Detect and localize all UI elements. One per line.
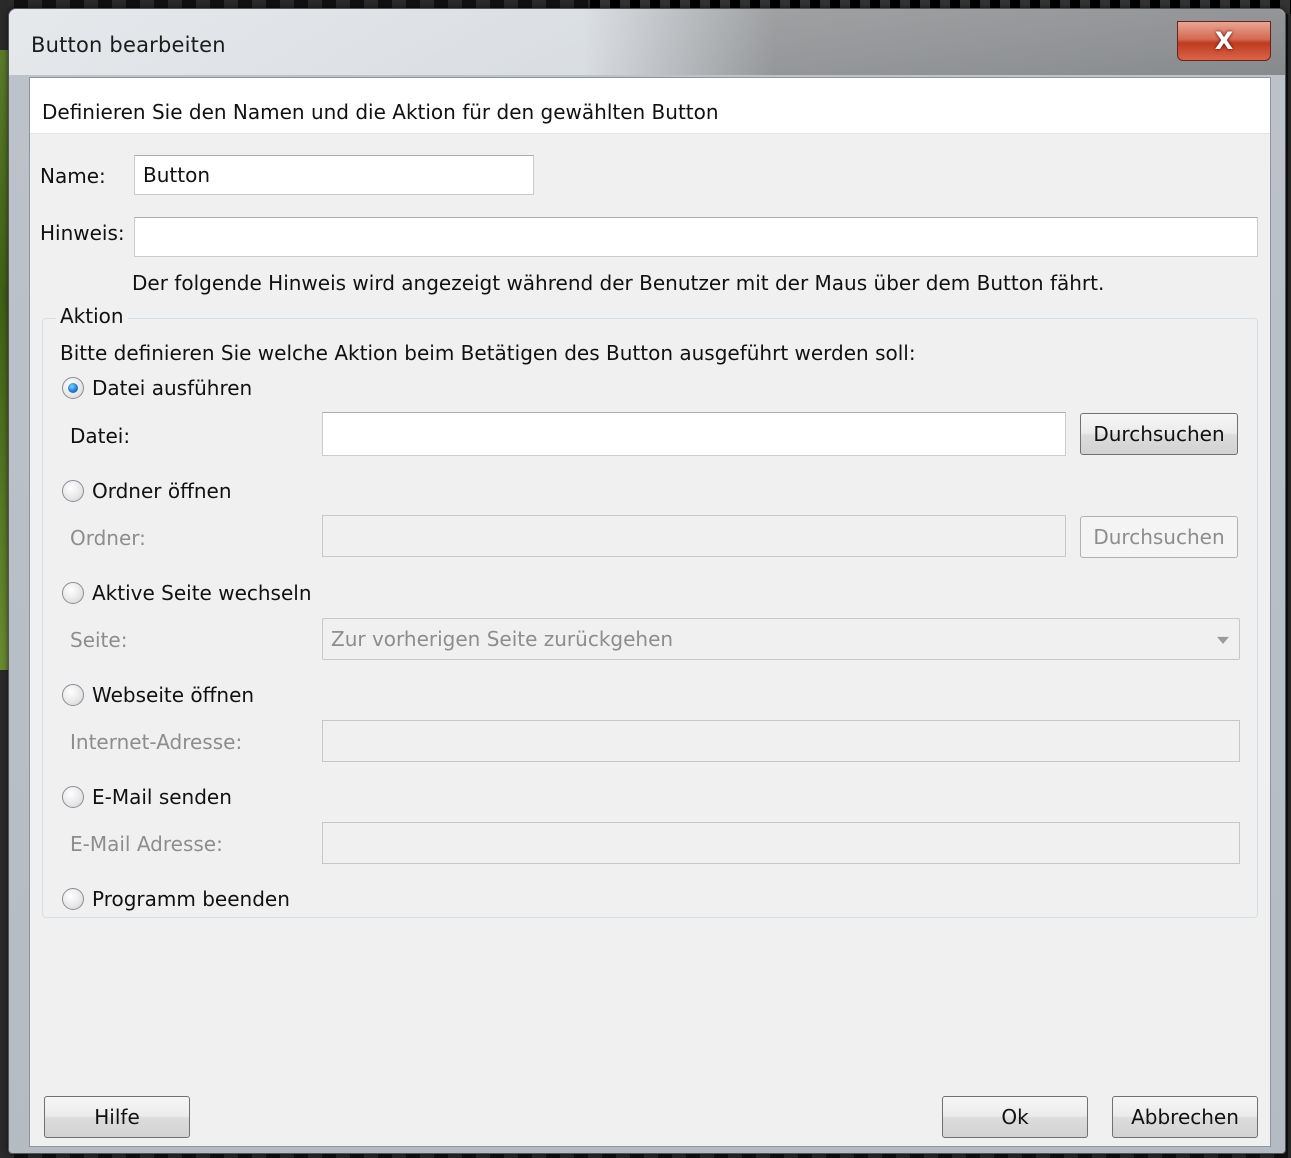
header-band: Definieren Sie den Namen und die Aktion … <box>30 78 1270 134</box>
dialog-window: Button bearbeiten X Definieren Sie den N… <box>8 8 1286 1154</box>
radio-button[interactable] <box>62 582 84 604</box>
file-input[interactable] <box>322 412 1066 456</box>
help-button[interactable]: Hilfe <box>44 1096 190 1138</box>
header-description: Definieren Sie den Namen und die Aktion … <box>42 100 719 124</box>
email-label: E-Mail Adresse: <box>70 832 223 856</box>
close-icon: X <box>1214 27 1234 55</box>
url-label: Internet-Adresse: <box>70 730 243 754</box>
name-input[interactable] <box>134 155 534 195</box>
page-select[interactable]: Zur vorherigen Seite zurückgehen <box>322 618 1240 660</box>
radio-change-page-label: Aktive Seite wechseln <box>92 581 312 605</box>
action-legend: Aktion <box>56 304 128 328</box>
page-label: Seite: <box>70 628 128 652</box>
radio-open-folder-label: Ordner öffnen <box>92 479 232 503</box>
radio-button[interactable] <box>62 786 84 808</box>
close-button[interactable]: X <box>1177 21 1271 61</box>
window-title: Button bearbeiten <box>31 33 226 57</box>
radio-change-page[interactable]: Aktive Seite wechseln <box>62 581 312 605</box>
radio-run-file-label: Datei ausführen <box>92 376 253 400</box>
hint-label: Hinweis: <box>40 221 125 245</box>
name-label: Name: <box>40 164 106 188</box>
cancel-button[interactable]: Abbrechen <box>1112 1096 1258 1138</box>
radio-open-folder[interactable]: Ordner öffnen <box>62 479 232 503</box>
radio-button[interactable] <box>62 888 84 910</box>
radio-run-file[interactable]: Datei ausführen <box>62 376 252 400</box>
radio-exit-program-label: Programm beenden <box>92 887 290 911</box>
hint-input[interactable] <box>134 217 1258 257</box>
radio-open-website-label: Webseite öffnen <box>92 683 255 707</box>
radio-send-email[interactable]: E-Mail senden <box>62 785 232 809</box>
title-bar[interactable]: Button bearbeiten X <box>9 9 1285 75</box>
email-input[interactable] <box>322 822 1240 864</box>
radio-exit-program[interactable]: Programm beenden <box>62 887 290 911</box>
browse-file-button[interactable]: Durchsuchen <box>1080 413 1238 455</box>
file-label: Datei: <box>70 424 131 448</box>
radio-button[interactable] <box>62 480 84 502</box>
radio-send-email-label: E-Mail senden <box>92 785 232 809</box>
ok-button[interactable]: Ok <box>942 1096 1088 1138</box>
radio-open-website[interactable]: Webseite öffnen <box>62 683 254 707</box>
browse-folder-button[interactable]: Durchsuchen <box>1080 516 1238 558</box>
folder-label: Ordner: <box>70 526 146 550</box>
dialog-content: Definieren Sie den Namen und die Aktion … <box>29 77 1271 1147</box>
radio-button-checked[interactable] <box>62 377 84 399</box>
page-select-value: Zur vorherigen Seite zurückgehen <box>331 627 674 651</box>
radio-button[interactable] <box>62 684 84 706</box>
chevron-down-icon <box>1217 636 1229 644</box>
action-instruction: Bitte definieren Sie welche Aktion beim … <box>60 341 916 365</box>
hint-help-text: Der folgende Hinweis wird angezeigt währ… <box>132 271 1105 295</box>
url-input[interactable] <box>322 720 1240 762</box>
folder-input[interactable] <box>322 515 1066 557</box>
